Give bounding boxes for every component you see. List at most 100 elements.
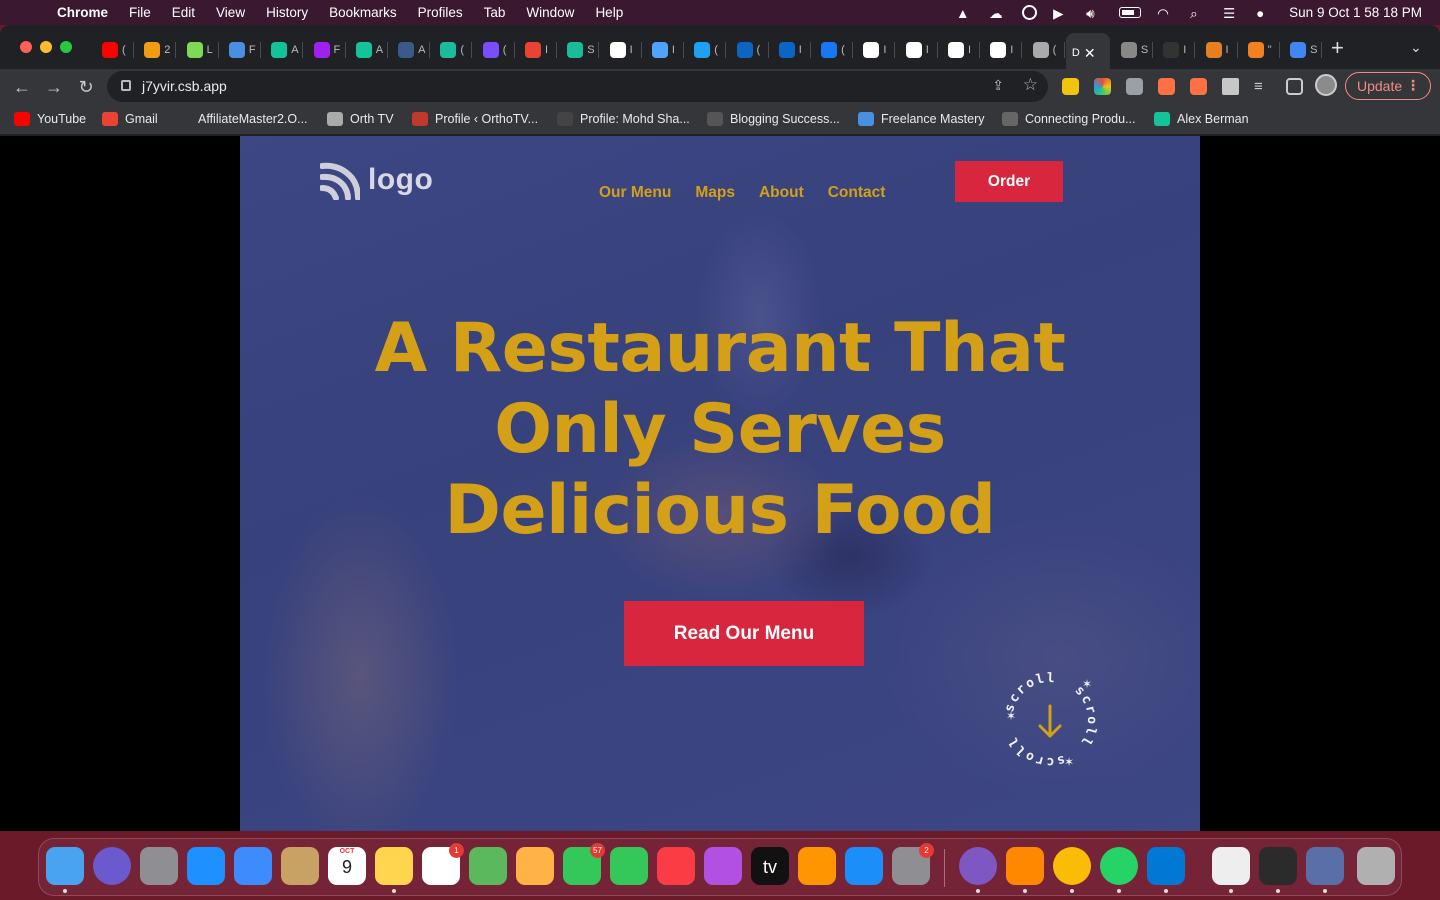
menu-edit[interactable]: Edit [172,5,195,20]
mail-icon[interactable] [234,847,272,885]
scroll-down-badge[interactable]: scroll scroll scroll ✶ ✶ ✶ [998,668,1102,772]
extension-1-icon[interactable] [1062,78,1079,95]
browser-tab[interactable]: ( [688,37,727,63]
bookmark-item[interactable]: Profile ‹ OrthoTV... [412,112,538,126]
browser-tab[interactable]: I [519,37,557,63]
contacts-icon[interactable] [281,847,319,885]
cloud-status-icon[interactable]: ☁ [989,6,1006,21]
nav-our-menu[interactable]: Our Menu [599,184,671,202]
bookmark-item[interactable]: Alex Berman [1154,112,1249,126]
menu-bar-clock[interactable]: Sun 9 Oct 1 58 18 PM [1289,5,1422,20]
browser-tab[interactable]: I [1200,37,1238,63]
menu-window[interactable]: Window [526,5,574,20]
new-tab-button[interactable]: + [1331,37,1344,59]
browser-tab[interactable]: 2 [138,37,177,63]
maps-icon[interactable] [469,847,507,885]
side-panel-icon[interactable] [1286,78,1303,95]
browser-tab[interactable]: I [1157,37,1196,63]
messages-icon[interactable]: 57 [563,843,605,885]
whatsapp-icon[interactable] [1100,847,1138,885]
books-icon[interactable] [798,847,836,885]
browser-tab[interactable]: I [646,37,684,63]
notes-icon[interactable] [375,847,413,885]
nav-contact[interactable]: Contact [828,184,886,202]
browser-tab[interactable]: " [1242,37,1280,63]
read-menu-button[interactable]: Read Our Menu [624,601,864,666]
address-bar[interactable]: j7yvir.csb.app ⇪ ☆ [107,71,1048,102]
browser-tab[interactable]: A [392,37,431,63]
tab-active[interactable]: D ✕ [1065,33,1110,73]
vlc-icon[interactable] [1006,847,1044,885]
browser-tab[interactable]: L [181,37,219,63]
battery-icon[interactable] [1119,7,1142,18]
back-button[interactable]: ← [10,75,34,99]
lock-icon[interactable] [121,80,131,91]
browser-tab[interactable]: ( [477,37,515,63]
settings-icon[interactable]: 2 [892,843,934,885]
music-icon[interactable] [657,847,695,885]
browser-tab[interactable]: ( [434,37,473,63]
bookmark-item[interactable]: AffiliateMaster2.O... [175,112,308,126]
browser-tab[interactable]: I [773,37,811,63]
browser-tab[interactable]: I [984,37,1023,63]
site-logo[interactable]: logo [320,160,433,200]
menu-profiles[interactable]: Profiles [418,5,463,20]
bookmark-star-icon[interactable]: ☆ [1023,75,1038,95]
extensions-puzzle-icon[interactable] [1222,78,1239,95]
window-close-button[interactable] [20,41,32,53]
facetime-icon[interactable] [610,847,648,885]
menu-history[interactable]: History [266,5,308,20]
order-button[interactable]: Order [955,161,1063,202]
menu-app-name[interactable]: Chrome [57,5,108,20]
control-center-icon[interactable]: ☰ [1223,6,1240,21]
reading-list-icon[interactable]: ≡ [1254,78,1271,95]
update-button[interactable]: Update ⋮ [1345,72,1431,100]
window-minimize-button[interactable] [40,41,52,53]
bookmark-item[interactable]: Profile: Mohd Sha... [557,112,690,126]
reminders-icon[interactable]: 1 [422,843,464,885]
extension-4-icon[interactable] [1158,78,1175,95]
play-status-icon[interactable]: ▶ [1053,6,1070,21]
url-text[interactable]: j7yvir.csb.app [142,78,227,94]
menu-bookmarks[interactable]: Bookmarks [329,5,397,20]
safari-icon[interactable] [187,847,225,885]
terminal-thumb-icon[interactable] [1259,847,1297,885]
bookmark-item[interactable]: Gmail [102,112,158,126]
reload-button[interactable]: ↻ [74,75,98,99]
browser-tab[interactable]: ( [815,37,854,63]
siri-status-icon[interactable]: ● [1256,6,1273,21]
finder-icon[interactable] [46,847,84,885]
browser-tab[interactable]: F [223,37,261,63]
browser-tab[interactable]: A [265,37,304,63]
browser-tab[interactable]: I [857,37,896,63]
siri-icon[interactable] [93,847,131,885]
browser-tab[interactable]: I [604,37,642,63]
menu-help[interactable]: Help [595,5,623,20]
spotlight-search-icon[interactable]: ⌕ [1190,6,1207,21]
window-zoom-button[interactable] [60,41,72,53]
vlc-status-icon[interactable]: ▲ [956,6,973,21]
tor-icon[interactable] [959,847,997,885]
close-tab-icon[interactable]: ✕ [1084,45,1096,62]
bookmark-item[interactable]: Freelance Mastery [858,112,985,126]
browser-tab[interactable]: F [308,37,346,63]
window-thumb-icon[interactable] [1306,847,1344,885]
bookmark-item[interactable]: YouTube [14,112,86,126]
color-picker-extension-icon[interactable] [1094,78,1111,95]
wifi-icon[interactable]: ◠ [1157,6,1174,21]
browser-tab[interactable]: I [900,37,938,63]
chrome-icon[interactable] [1053,847,1091,885]
volume-icon[interactable]: 🔊︎ [1086,6,1103,21]
extension-5-icon[interactable] [1190,78,1207,95]
bookmark-item[interactable]: Connecting Produ... [1002,112,1136,126]
browser-tab[interactable]: S [1284,37,1323,63]
vscode-icon[interactable] [1147,847,1185,885]
launchpad-icon[interactable] [140,847,178,885]
bookmark-item[interactable]: Orth TV [327,112,394,126]
share-icon[interactable]: ⇪ [992,77,1004,94]
tab-search-chevron-icon[interactable]: ⌄ [1410,39,1422,56]
browser-tab[interactable]: ( [731,37,769,63]
browser-tab[interactable]: ( [96,37,134,63]
trash-icon[interactable] [1357,847,1395,885]
podcasts-icon[interactable] [704,847,742,885]
